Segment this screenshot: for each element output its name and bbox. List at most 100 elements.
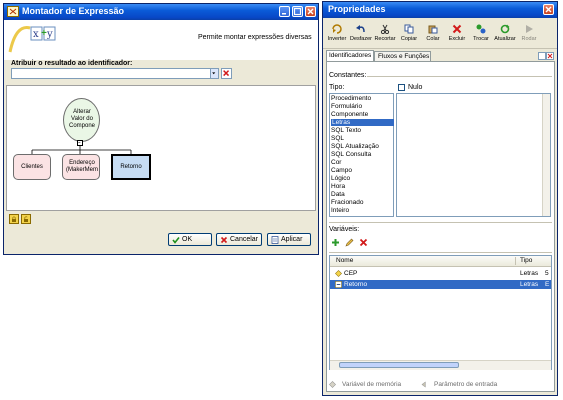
paste-icon xyxy=(428,25,438,34)
maximize-button[interactable] xyxy=(292,6,303,17)
lock-button-1[interactable] xyxy=(9,214,19,224)
logo-x: x xyxy=(33,29,39,40)
ok-button[interactable]: OK xyxy=(168,233,212,246)
tab-identificadores[interactable]: Identificadores xyxy=(326,50,374,61)
minus-icon xyxy=(78,142,81,143)
toolbar-atualizar[interactable]: Atualizar xyxy=(494,22,516,46)
diagram-root-node[interactable]: Alterar Valor do Compone xyxy=(63,98,100,142)
type-item[interactable]: SQL Atualização xyxy=(331,143,379,150)
type-listbox[interactable]: Procedimento Formulário Componente Letra… xyxy=(329,93,394,217)
constant-value-textarea[interactable] xyxy=(396,93,551,217)
chevron-down-icon xyxy=(212,72,216,75)
constants-divider xyxy=(367,76,552,77)
type-item[interactable]: Cor xyxy=(331,159,341,166)
expression-logo: x + y xyxy=(8,22,58,56)
variables-divider xyxy=(329,252,552,253)
lock-button-2[interactable] xyxy=(21,214,31,224)
type-item[interactable]: Fracionado xyxy=(331,199,364,206)
toolbar-inverter[interactable]: Inverter xyxy=(326,22,348,46)
node-endereco-label: Endereço (MakerMem xyxy=(65,160,98,173)
delete-x-icon xyxy=(452,24,462,34)
type-label: Tipo: xyxy=(329,84,345,91)
toolbar-desfazer[interactable]: Desfazer xyxy=(350,22,372,46)
tab-identificadores-label: Identificadores xyxy=(329,52,372,59)
type-item[interactable]: Hora xyxy=(331,183,345,190)
type-item[interactable]: Componente xyxy=(331,111,368,118)
maximize-icon xyxy=(293,7,302,16)
row-name: Retorno xyxy=(344,281,368,288)
parameter-icon xyxy=(335,281,342,288)
diagram-node-clientes[interactable]: Clientes xyxy=(13,154,51,180)
red-x-icon xyxy=(359,238,368,247)
ok-label: OK xyxy=(182,236,193,243)
toolbar-trocar[interactable]: Trocar xyxy=(470,22,492,46)
close-icon xyxy=(307,8,314,15)
variables-table-header: Nome Tipo xyxy=(330,256,551,267)
horizontal-scrollbar[interactable] xyxy=(330,360,551,370)
type-item[interactable]: Lógico xyxy=(331,175,350,182)
add-variable-button[interactable] xyxy=(331,238,340,247)
constants-label: Constantes: xyxy=(329,72,367,79)
properties-titlebar[interactable]: Propriedades xyxy=(323,2,557,18)
input-parameter-icon xyxy=(421,381,426,388)
null-checkbox[interactable] xyxy=(398,84,405,91)
run-icon xyxy=(526,25,533,33)
properties-title: Propriedades xyxy=(328,4,386,14)
type-item[interactable]: Campo xyxy=(331,167,352,174)
copy-icon xyxy=(404,24,414,34)
diagram-node-endereco[interactable]: Endereço (MakerMem xyxy=(62,154,100,180)
type-item[interactable]: SQL Texto xyxy=(331,127,361,134)
table-row[interactable]: CEP Letras 5 xyxy=(330,269,551,278)
assign-dropdown-button[interactable] xyxy=(210,68,219,79)
scrollbar-thumb[interactable] xyxy=(339,362,459,368)
type-item[interactable]: Procedimento xyxy=(331,95,371,102)
legend-input-param: Parâmetro de entrada xyxy=(421,380,521,390)
delete-variable-button[interactable] xyxy=(359,238,368,247)
type-item[interactable]: SQL xyxy=(331,135,344,142)
diagram-canvas[interactable]: Alterar Valor do Compone Clientes Endere… xyxy=(6,85,316,211)
expression-description: Permite montar expressões diversas xyxy=(198,34,312,41)
logo-plus: + xyxy=(41,28,47,39)
apply-button[interactable]: Aplicar xyxy=(267,233,311,246)
node-retorno-label: Retorno xyxy=(120,164,142,170)
properties-close-button[interactable] xyxy=(543,4,554,15)
root-collapse-toggle[interactable] xyxy=(77,140,83,146)
variables-divider-top xyxy=(329,222,552,223)
pencil-icon xyxy=(345,238,354,247)
invert-icon xyxy=(332,24,342,34)
close-icon xyxy=(545,6,552,13)
row-extra: E xyxy=(545,281,550,288)
close-button[interactable] xyxy=(305,6,316,17)
value-scrollbar[interactable] xyxy=(542,94,550,216)
apply-label: Aplicar xyxy=(281,236,303,243)
clear-identifier-button[interactable] xyxy=(221,68,232,79)
green-check-icon xyxy=(172,237,180,244)
tab-close-icons[interactable] xyxy=(538,52,554,60)
toolbar-recortar[interactable]: Recortar xyxy=(374,22,396,46)
toolbar-rodar[interactable]: Rodar xyxy=(518,22,540,46)
tab-fluxos-funcoes[interactable]: Fluxos e Funções xyxy=(374,51,431,61)
table-row-selected[interactable]: Retorno Letras E xyxy=(330,280,551,289)
type-item[interactable]: Formulário xyxy=(331,103,362,110)
legend-memory-label: Variável de memória xyxy=(342,381,402,388)
diagram-node-retorno[interactable]: Retorno xyxy=(111,154,151,180)
minimize-icon xyxy=(282,13,286,15)
green-plus-icon xyxy=(332,239,339,246)
toolbar-copiar[interactable]: Copiar xyxy=(398,22,420,46)
type-item[interactable]: SQL Consulta xyxy=(331,151,371,158)
row-type: Letras xyxy=(520,281,539,288)
assign-identifier-combo[interactable] xyxy=(11,68,211,79)
type-item[interactable]: Inteiro xyxy=(331,207,349,214)
cancel-button[interactable]: Cancelar xyxy=(216,233,262,246)
refresh-icon xyxy=(500,24,510,34)
toolbar-excluir[interactable]: Excluir xyxy=(446,22,468,46)
toolbar-colar[interactable]: Colar xyxy=(422,22,444,46)
apply-document-icon xyxy=(271,236,279,244)
type-item[interactable]: Data xyxy=(331,191,345,198)
type-item-selected[interactable]: Letras xyxy=(331,119,394,126)
edit-variable-button[interactable] xyxy=(345,238,354,247)
column-header-nome[interactable]: Nome xyxy=(336,257,353,264)
minimize-button[interactable] xyxy=(279,6,290,17)
column-header-tipo[interactable]: Tipo xyxy=(520,257,532,264)
expression-builder-titlebar[interactable]: Montador de Expressão xyxy=(4,4,318,20)
